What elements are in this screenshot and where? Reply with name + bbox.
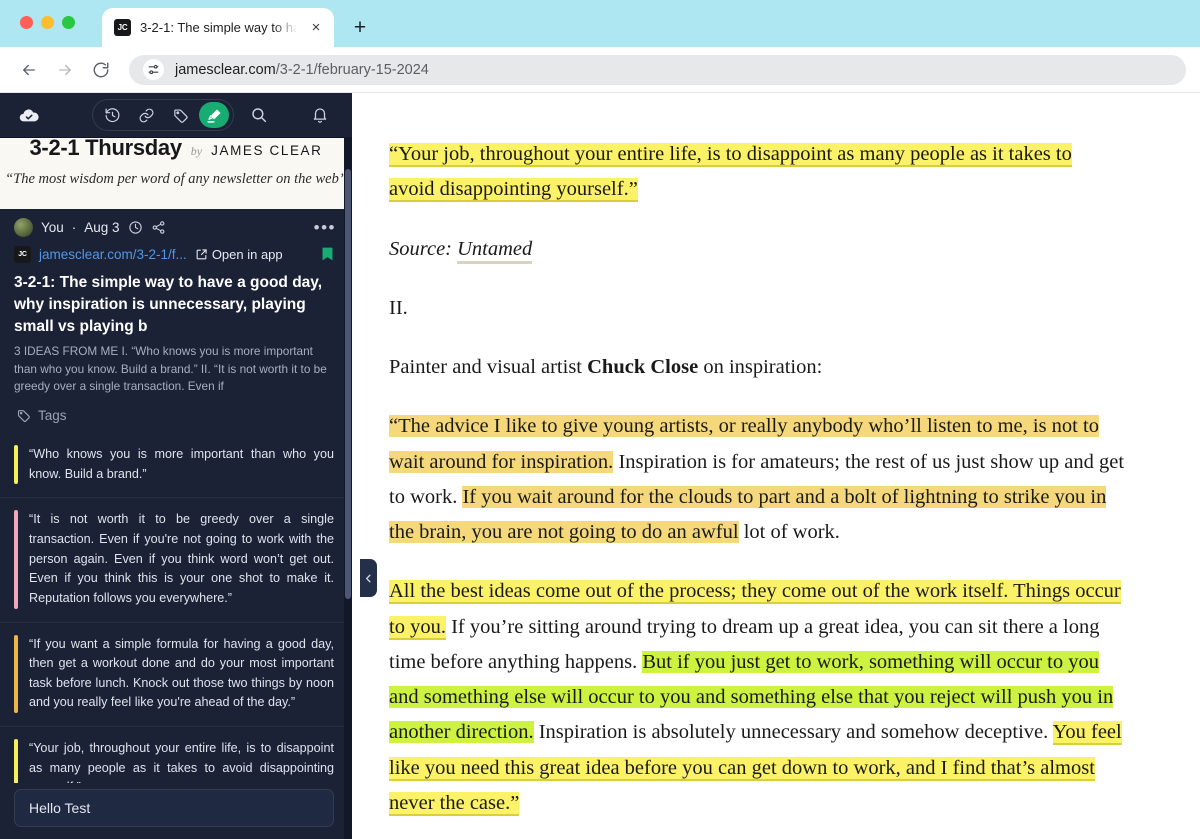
avatar [14, 218, 33, 237]
tab-favicon: JC [114, 19, 131, 36]
highlight-text: “It is not worth it to be greedy over a … [29, 512, 334, 605]
share-icon[interactable] [151, 220, 166, 235]
chuck-close-intro: Painter and visual artist Chuck Close on… [389, 350, 1128, 385]
tags-label: Tags [38, 408, 67, 424]
new-tab-button[interactable]: + [346, 13, 374, 41]
reload-button[interactable] [86, 55, 116, 85]
url-domain: jamesclear.com [175, 61, 276, 78]
source-favicon: JC [14, 245, 31, 263]
window-controls[interactable] [20, 16, 75, 29]
highlight-card-list: “Who knows you is more important than wh… [0, 433, 352, 783]
browser-toolbar: jamesclear.com/3-2-1/february-15-2024 [0, 47, 1200, 93]
tags-button[interactable]: Tags [0, 396, 352, 433]
highlight-color-bar [14, 510, 18, 609]
sidebar-toolbar [0, 93, 352, 137]
meta-user: You [41, 220, 64, 235]
page-body: 3-2-1 Thursday by JAMES CLEAR “The most … [0, 93, 1200, 839]
note-input[interactable]: Hello Test [14, 789, 334, 827]
tab-title: 3-2-1: The simple way to have [140, 20, 297, 35]
highlight-card[interactable]: “Your job, throughout your entire life, … [0, 726, 352, 783]
external-link-icon [196, 248, 207, 259]
highlight-meta-row: You · Aug 3 ••• [0, 209, 352, 241]
notification-bell-icon[interactable] [306, 101, 334, 129]
highlight-text: “Your job, throughout your entire life, … [29, 741, 334, 783]
person-name: Chuck Close [587, 356, 699, 378]
meta-separator: · [71, 220, 77, 235]
tag-icon[interactable] [165, 102, 195, 128]
history-icon[interactable] [97, 102, 127, 128]
link-icon[interactable] [131, 102, 161, 128]
sidebar-scrollbar-thumb[interactable] [345, 169, 351, 599]
search-icon[interactable] [244, 102, 274, 128]
highlight-text: “If you want a simple formula for having… [29, 636, 334, 710]
chuck-close-paragraph-1: “The advice I like to give young artists… [389, 409, 1128, 550]
intro-prefix: Painter and visual artist [389, 356, 588, 378]
tag-icon [17, 410, 30, 423]
newsletter-title-row: 3-2-1 Thursday by JAMES CLEAR [0, 137, 352, 161]
highlight-card[interactable]: “Who knows you is more important than wh… [0, 433, 352, 497]
newsletter-title: 3-2-1 Thursday [29, 137, 183, 160]
article-content: Author and podcaster Glennon Doyle on th… [361, 93, 1200, 839]
section-heading-two: II. [389, 296, 408, 319]
sidebar-article-title[interactable]: 3-2-1: The simple way to have a good day… [0, 270, 352, 338]
intro-suffix: on inspiration: [698, 356, 823, 378]
browser-tab[interactable]: JC 3-2-1: The simple way to have × [102, 8, 334, 47]
highlighter-sidebar: 3-2-1 Thursday by JAMES CLEAR “The most … [0, 93, 352, 839]
plain-span: Inspiration is absolutely unnecessary an… [533, 721, 1053, 744]
newsletter-by: by [190, 144, 203, 158]
sidebar-scrollbar[interactable] [344, 137, 352, 839]
source-url-link[interactable]: jamesclear.com/3-2-1/f... [39, 247, 187, 262]
back-button[interactable] [14, 55, 44, 85]
cloud-check-icon[interactable] [14, 100, 44, 130]
forward-button[interactable] [50, 55, 80, 85]
quote-line-1: “Your job, throughout your entire life, … [389, 143, 1072, 165]
url-text: jamesclear.com/3-2-1/february-15-2024 [175, 62, 429, 78]
sidebar-collapse-handle[interactable] [360, 559, 377, 597]
highlight-source-row: JC jamesclear.com/3-2-1/f... Open in app [0, 241, 352, 270]
source-line: Source: Untamed [389, 232, 1128, 267]
plain-span: lot of work. [738, 521, 840, 543]
minimize-window-button[interactable] [41, 16, 54, 29]
quote-glennon-doyle: “Your job, throughout your entire life, … [389, 137, 1128, 208]
bookmark-icon[interactable] [319, 244, 336, 264]
open-in-app-button[interactable]: Open in app [195, 247, 283, 262]
highlight-text: “Who knows you is more important than wh… [29, 447, 334, 481]
tab-strip: JC 3-2-1: The simple way to have × + [0, 0, 1200, 47]
source-label: Source: [389, 237, 452, 260]
highlight-color-bar [14, 739, 18, 783]
sidebar-article-excerpt: 3 IDEAS FROM ME I. “Who knows you is mor… [14, 344, 327, 394]
meta-date: Aug 3 [84, 220, 120, 235]
url-path: /3-2-1/february-15-2024 [275, 61, 429, 78]
address-bar[interactable]: jamesclear.com/3-2-1/february-15-2024 [129, 54, 1186, 85]
newsletter-tagline: “The most wisdom per word of any newslet… [5, 171, 347, 187]
chevron-left-icon [365, 574, 371, 582]
newsletter-banner: 3-2-1 Thursday by JAMES CLEAR “The most … [0, 137, 352, 209]
highlight-card[interactable]: “It is not worth it to be greedy over a … [0, 497, 352, 621]
maximize-window-button[interactable] [62, 16, 75, 29]
highlighter-icon[interactable] [199, 102, 229, 128]
site-settings-icon[interactable] [143, 59, 164, 80]
open-in-app-label: Open in app [211, 246, 283, 262]
chuck-close-paragraph-2: All the best ideas come out of the proce… [389, 574, 1128, 821]
highlight-color-bar [14, 445, 18, 485]
quote-line-2: avoid disappointing yourself.” [389, 178, 638, 201]
newsletter-author: JAMES CLEAR [211, 143, 323, 158]
browser-chrome: JC 3-2-1: The simple way to have × + jam… [0, 0, 1200, 93]
close-window-button[interactable] [20, 16, 33, 29]
more-options-button[interactable]: ••• [314, 219, 336, 236]
clock-icon[interactable] [128, 220, 143, 235]
sidebar-tool-group [92, 99, 234, 131]
source-title: Untamed [457, 237, 533, 264]
close-tab-icon[interactable]: × [306, 18, 326, 38]
highlight-color-bar [14, 634, 18, 714]
highlight-card[interactable]: “If you want a simple formula for having… [0, 621, 352, 727]
